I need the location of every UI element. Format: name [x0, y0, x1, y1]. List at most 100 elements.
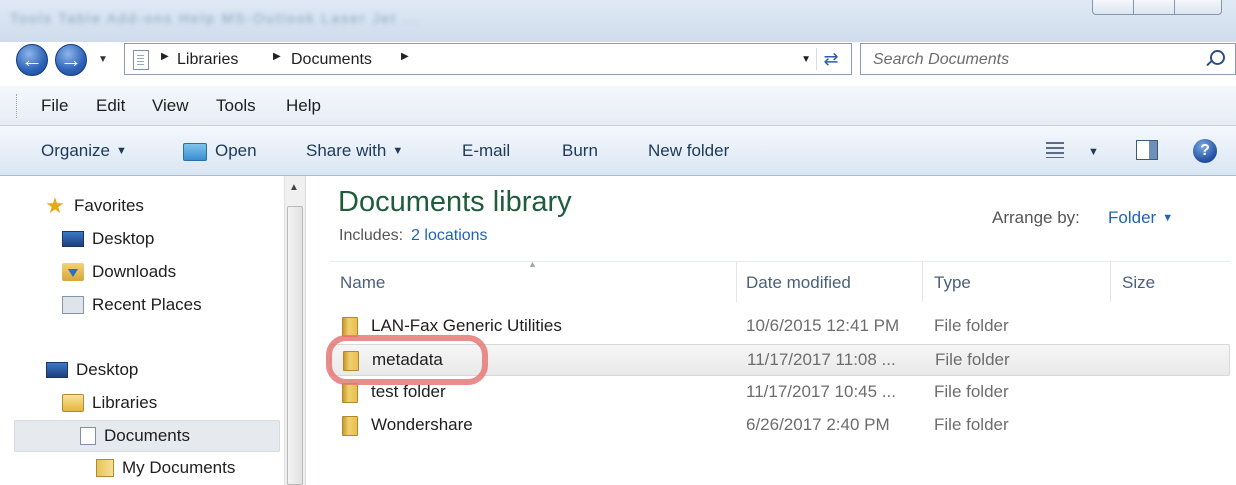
breadcrumb-libraries[interactable]: Libraries	[177, 51, 238, 69]
nav-fav-desktop[interactable]: Desktop	[62, 229, 154, 249]
organize-button[interactable]: Organize ▼	[41, 141, 127, 161]
refresh-icon: ⇄	[823, 48, 839, 69]
folder-icon	[342, 383, 358, 403]
help-icon[interactable]: ?	[1193, 139, 1217, 163]
column-date-modified[interactable]: Date modified	[746, 273, 851, 293]
menu-view[interactable]: View	[152, 96, 189, 116]
desktop-icon	[46, 362, 68, 378]
address-bar[interactable]: ▶ Libraries ▶ Documents ▶ ▼ ⇄	[124, 43, 852, 75]
search-icon[interactable]	[1210, 50, 1225, 65]
file-name: LAN-Fax Generic Utilities	[371, 316, 562, 335]
breadcrumb-documents[interactable]: Documents	[291, 51, 372, 69]
scroll-up-icon[interactable]: ▲	[289, 182, 299, 193]
chevron-right-icon[interactable]: ▶	[401, 51, 409, 62]
new-folder-button[interactable]: New folder	[648, 141, 729, 161]
menu-tools[interactable]: Tools	[216, 96, 256, 116]
arrange-by-value: Folder	[1108, 208, 1157, 227]
nav-my-documents-label: My Documents	[122, 458, 236, 477]
column-divider[interactable]	[922, 262, 923, 302]
includes-label: Includes:	[339, 227, 404, 244]
command-bar: Organize ▼ Open Share with ▼ E-mail Burn N…	[0, 126, 1236, 176]
nav-scrollbar[interactable]: ▲	[284, 176, 305, 485]
back-button[interactable]: ←	[16, 44, 48, 76]
downloads-icon	[62, 263, 84, 281]
column-divider[interactable]	[736, 262, 737, 302]
library-title: Documents library	[338, 186, 572, 218]
address-dropdown-icon[interactable]: ▼	[801, 54, 811, 65]
scroll-thumb[interactable]	[287, 206, 303, 485]
menu-grip	[16, 94, 19, 118]
arrange-by-label: Arrange by:	[992, 208, 1080, 227]
view-options-icon[interactable]	[1046, 142, 1064, 158]
nav-favorites-label: Favorites	[74, 196, 144, 215]
nav-favorites[interactable]: ★ Favorites	[44, 195, 144, 217]
libraries-icon	[62, 394, 84, 412]
documents-icon	[133, 50, 149, 70]
view-dropdown-icon[interactable]: ▼	[1088, 146, 1099, 158]
arrow-right-icon: →	[60, 47, 82, 72]
refresh-button[interactable]: ⇄	[816, 48, 845, 70]
documents-icon	[80, 427, 96, 445]
share-with-button[interactable]: Share with ▼	[306, 141, 403, 161]
file-date: 11/17/2017 10:45 ...	[746, 382, 896, 401]
maximize-button[interactable]	[1133, 0, 1175, 15]
nav-fav-desktop-label: Desktop	[92, 229, 155, 248]
blurred-title-text: Tools Table Add-ons Help MS-Outlook Lase…	[10, 10, 421, 26]
burn-button[interactable]: Burn	[562, 141, 598, 161]
chevron-down-icon: ▼	[115, 145, 127, 157]
forward-button[interactable]: →	[55, 44, 87, 76]
library-includes: Includes: 2 locations	[339, 227, 488, 245]
arrow-left-icon: ←	[21, 47, 43, 72]
menu-edit[interactable]: Edit	[96, 96, 125, 116]
chevron-right-icon[interactable]: ▶	[161, 51, 169, 62]
annotation-highlight-ring	[326, 335, 488, 385]
nav-desktop[interactable]: Desktop	[46, 360, 138, 380]
menu-bar: File Edit View Tools Help	[0, 86, 1236, 126]
column-type[interactable]: Type	[934, 273, 971, 293]
sort-ascending-icon: ▲	[528, 259, 537, 269]
file-date: 10/6/2015 12:41 PM	[746, 316, 900, 335]
locations-link[interactable]: 2 locations	[411, 227, 488, 244]
nav-desktop-label: Desktop	[76, 360, 139, 379]
chevron-down-icon: ▼	[1162, 212, 1174, 224]
folder-icon	[342, 416, 358, 436]
column-size[interactable]: Size	[1122, 273, 1155, 293]
window-title-strip: Tools Table Add-ons Help MS-Outlook Lase…	[0, 0, 1236, 42]
share-with-label: Share with	[306, 141, 387, 160]
menu-help[interactable]: Help	[286, 96, 321, 116]
file-date: 6/26/2017 2:40 PM	[746, 415, 890, 434]
search-input[interactable]	[871, 48, 1195, 72]
search-box[interactable]	[860, 43, 1236, 75]
arrange-by-dropdown[interactable]: Folder ▼	[1108, 208, 1173, 228]
recent-pages-dropdown[interactable]: ▼	[98, 54, 108, 65]
file-date: 11/17/2017 11:08 ...	[747, 350, 896, 369]
preview-pane-icon[interactable]	[1136, 140, 1158, 160]
nav-my-documents[interactable]: My Documents	[96, 458, 235, 478]
chevron-right-icon[interactable]: ▶	[273, 51, 281, 62]
menu-file[interactable]: File	[41, 96, 68, 116]
email-button[interactable]: E-mail	[462, 141, 510, 161]
nav-recent-places[interactable]: Recent Places	[62, 295, 202, 315]
nav-libraries[interactable]: Libraries	[62, 393, 157, 413]
column-header-row: ▲ Name Date modified Type Size	[330, 259, 1230, 302]
recent-places-icon	[62, 296, 84, 314]
file-type: File folder	[934, 316, 1009, 335]
column-name[interactable]: Name	[340, 273, 385, 293]
nav-documents-label: Documents	[104, 426, 190, 445]
close-button[interactable]	[1174, 0, 1222, 15]
file-type: File folder	[934, 382, 1009, 401]
nav-documents[interactable]: Documents	[80, 426, 190, 446]
open-button[interactable]: Open	[215, 141, 257, 161]
open-folder-icon	[183, 143, 207, 161]
file-type: File folder	[934, 415, 1009, 434]
window-controls	[1092, 0, 1222, 15]
my-documents-icon	[96, 459, 114, 477]
column-divider[interactable]	[1110, 262, 1111, 302]
chevron-down-icon: ▼	[392, 145, 404, 157]
navigation-pane: ★ Favorites Desktop Downloads Recent Pla…	[0, 176, 306, 485]
minimize-button[interactable]	[1092, 0, 1134, 15]
nav-recent-places-label: Recent Places	[92, 295, 202, 314]
nav-downloads[interactable]: Downloads	[62, 262, 176, 282]
desktop-icon	[62, 231, 84, 247]
file-row[interactable]: Wondershare 6/26/2017 2:40 PM File folde…	[330, 410, 1230, 442]
